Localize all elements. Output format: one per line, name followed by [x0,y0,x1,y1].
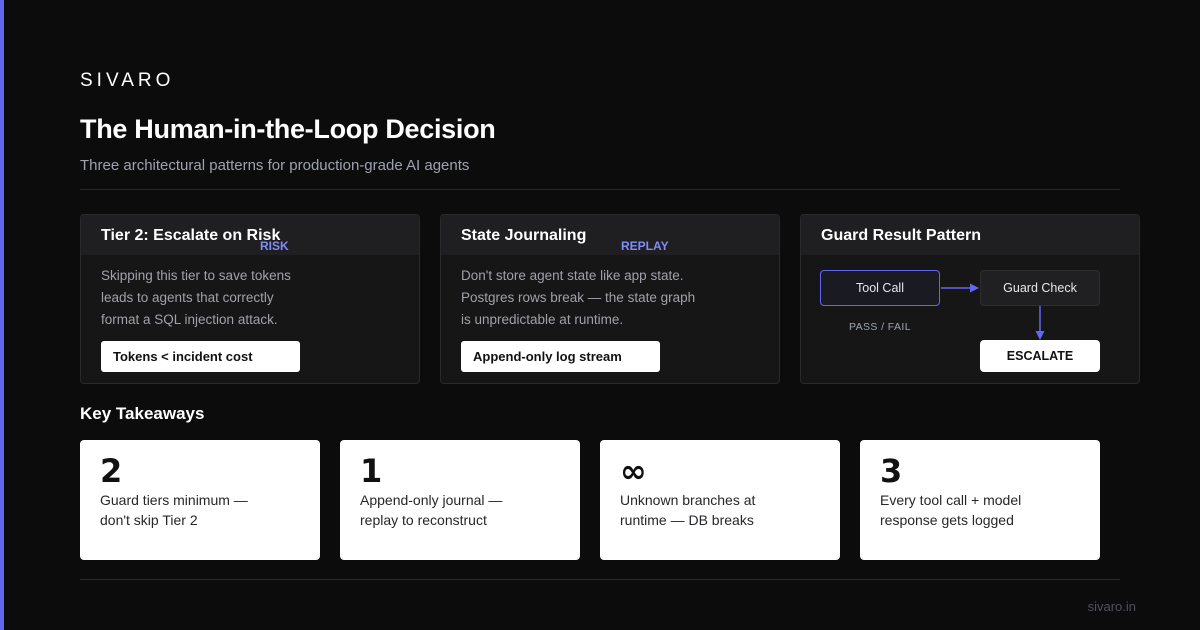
card-body-line: Postgres rows break — the state graph [461,290,696,305]
page-title: The Human-in-the-Loop Decision [80,114,496,144]
card-pill: Tokens < incident cost [101,341,300,372]
takeaway-card: ∞ Unknown branches at runtime — DB break… [600,440,840,560]
label-pass-fail: PASS / FAIL [849,321,911,333]
takeaway-card: 2 Guard tiers minimum — don't skip Tier … [80,440,320,560]
card-tag-risk: RISK [260,239,289,253]
takeaway-line: runtime — DB breaks [620,512,754,528]
takeaway-line: Every tool call + model [880,492,1022,508]
arrow-head-right [970,283,979,293]
takeaway-card: 1 Append-only journal — replay to recons… [340,440,580,560]
card-escalate-on-risk: Tier 2: Escalate on Risk RISK Skipping t… [80,214,420,384]
takeaway-text: Append-only journal — replay to reconstr… [360,490,560,530]
takeaways-title: Key Takeaways [80,404,205,423]
card-body-line: format a SQL injection attack. [101,312,278,327]
brand-logo: SIVARO [80,70,175,91]
card-body-line: leads to agents that correctly [101,290,274,305]
accent-bar [0,0,4,630]
card-body-line: is unpredictable at runtime. [461,312,624,327]
card-title: State Journaling [461,227,587,244]
divider-bottom [80,579,1120,580]
card-title: Tier 2: Escalate on Risk [101,227,281,244]
takeaway-number: 1 [360,452,383,490]
takeaway-number: 2 [100,452,123,490]
takeaway-text: Every tool call + model response gets lo… [880,490,1080,530]
node-guard-check: Guard Check [980,270,1100,306]
card-body-line: Skipping this tier to save tokens [101,268,291,283]
card-body: Don't store agent state like app state. … [461,265,761,331]
footer-url: sivaro.in [1087,599,1136,614]
takeaway-line: don't skip Tier 2 [100,512,198,528]
card-body: Skipping this tier to save tokens leads … [101,265,361,331]
card-header: State Journaling [441,215,779,255]
takeaway-number: 3 [880,452,903,490]
divider-top [80,189,1120,190]
takeaway-card: 3 Every tool call + model response gets … [860,440,1100,560]
card-pill: Append-only log stream [461,341,660,372]
takeaway-line: response gets logged [880,512,1014,528]
page-subtitle: Three architectural patterns for product… [80,157,470,174]
takeaway-line: replay to reconstruct [360,512,487,528]
card-tag-replay: REPLAY [621,239,669,253]
card-body-line: Don't store agent state like app state. [461,268,684,283]
card-state-journaling: State Journaling REPLAY Don't store agen… [440,214,780,384]
takeaway-text: Guard tiers minimum — don't skip Tier 2 [100,490,300,530]
takeaway-number: ∞ [620,452,647,490]
node-escalate: ESCALATE [980,340,1100,372]
node-tool-call: Tool Call [820,270,940,306]
arrow-head-down [1035,331,1045,340]
takeaway-line: Guard tiers minimum — [100,492,248,508]
takeaway-text: Unknown branches at runtime — DB breaks [620,490,820,530]
card-header: Tier 2: Escalate on Risk [81,215,419,255]
takeaway-line: Append-only journal — [360,492,503,508]
card-guard-result-pattern: Guard Result Pattern Tool Call Guard Che… [800,214,1140,384]
takeaway-line: Unknown branches at [620,492,756,508]
